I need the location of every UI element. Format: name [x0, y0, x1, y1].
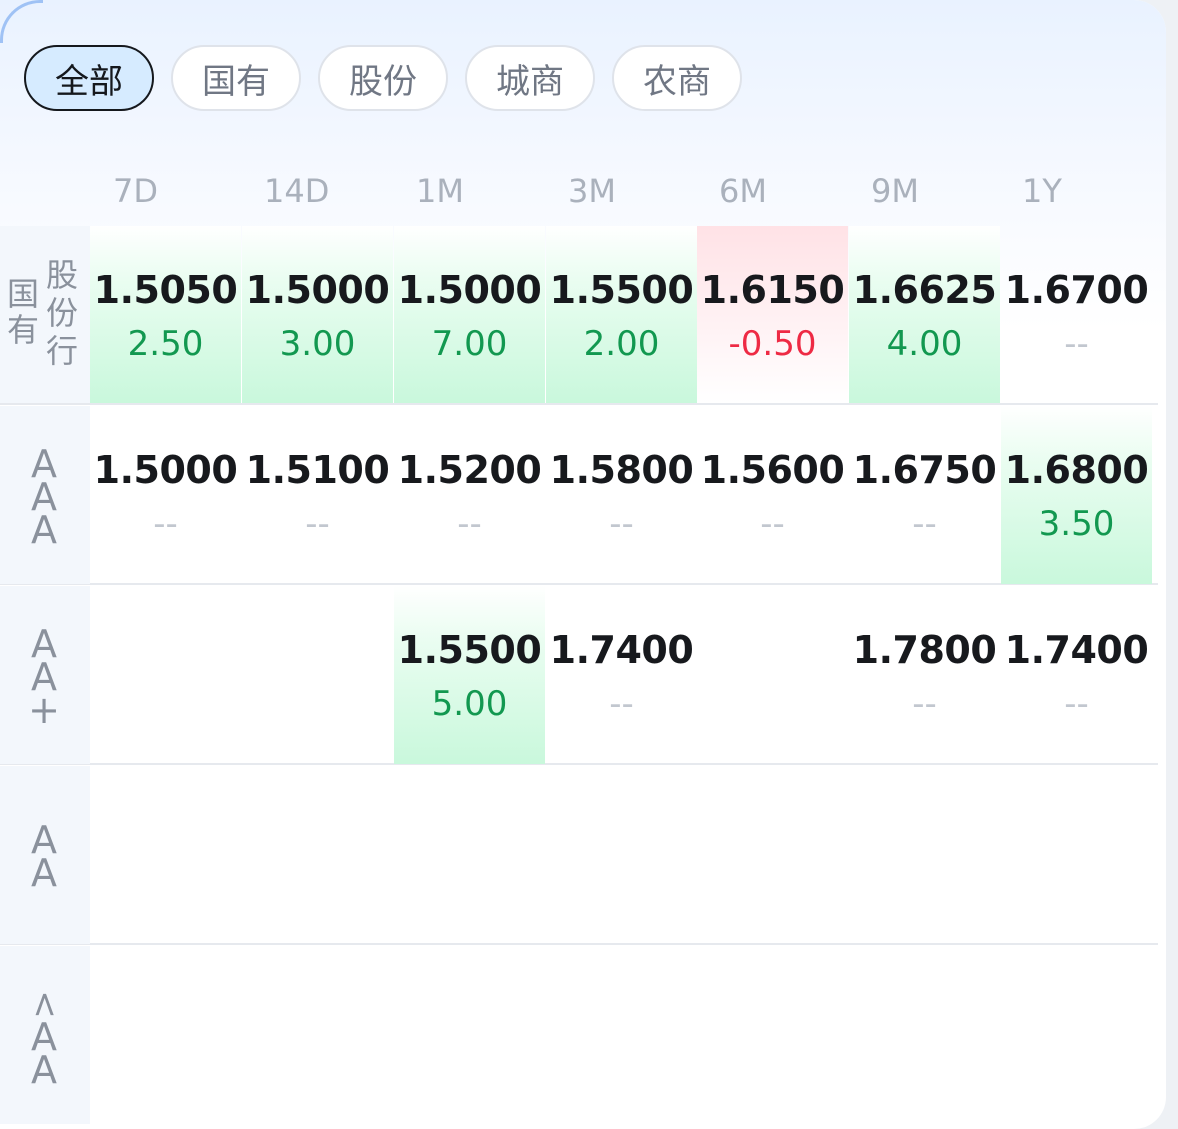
rate-change: --: [609, 504, 634, 544]
rate-change: --: [305, 504, 330, 544]
rate-value: 1.5100: [245, 448, 390, 492]
column-header-7d: 7D: [113, 172, 158, 210]
rate-cell-3m[interactable]: 1.7400 --: [546, 586, 697, 764]
rate-cell-9m[interactable]: 1.6625 4.00: [849, 226, 1000, 403]
rate-value: 1.5800: [549, 448, 694, 492]
rate-cell-3m[interactable]: 1.5500 2.00: [546, 226, 697, 403]
rate-cell-3m[interactable]: 1.5800 --: [546, 406, 697, 584]
rate-change: --: [760, 504, 785, 544]
rate-value: 1.5200: [397, 448, 542, 492]
tab-all[interactable]: 全部: [24, 45, 154, 111]
rating-letter: +: [28, 687, 60, 732]
column-header-14d: 14D: [264, 172, 330, 210]
rate-value: 1.5000: [245, 268, 390, 312]
rate-cell-1y[interactable]: 1.7400 --: [1001, 586, 1152, 764]
rate-cell-14d[interactable]: 1.5100 --: [242, 406, 393, 584]
row-label-joint-stock-bank: 股份行: [45, 256, 78, 370]
rate-value: 1.6150: [700, 268, 845, 312]
rate-cell-7d[interactable]: 1.5000 --: [90, 406, 241, 584]
rate-cell-1m[interactable]: 1.5200 --: [394, 406, 545, 584]
rate-cell-14d[interactable]: 1.5000 3.00: [242, 226, 393, 403]
row-label-aa: AA: [0, 766, 90, 944]
rate-change: --: [912, 504, 937, 544]
rate-cell-1m[interactable]: 1.5000 7.00: [394, 226, 545, 403]
rating-letter: <: [24, 989, 65, 1019]
rate-change: --: [609, 684, 634, 724]
rate-value: 1.6700: [1004, 268, 1149, 312]
column-header-6m: 6M: [719, 172, 767, 210]
rating-letter: A: [31, 507, 57, 552]
rate-change: 2.00: [583, 324, 660, 364]
tab-city-commercial[interactable]: 城商: [465, 45, 595, 111]
rate-cell-1y[interactable]: 1.6800 3.50: [1001, 406, 1152, 584]
column-header-1m: 1M: [416, 172, 464, 210]
rate-change: 4.00: [886, 324, 963, 364]
rate-change: -0.50: [728, 324, 817, 364]
rate-value: 1.5600: [700, 448, 845, 492]
rate-value: 1.7400: [1004, 628, 1149, 672]
row-label-below-aa: < A A: [0, 946, 90, 1124]
rate-cell-1y[interactable]: 1.6700 --: [1001, 226, 1152, 403]
rating-letter: A: [31, 1047, 57, 1092]
rate-change: --: [153, 504, 178, 544]
rate-cell-9m[interactable]: 1.6750 --: [849, 406, 1000, 584]
rate-change: 7.00: [431, 324, 508, 364]
tab-joint-stock[interactable]: 股份: [318, 45, 448, 111]
rate-change: 5.00: [431, 684, 508, 724]
row-divider: [0, 943, 1158, 945]
rate-change: --: [1064, 684, 1089, 724]
rate-cell-7d[interactable]: 1.5050 2.50: [90, 226, 241, 403]
column-header-3m: 3M: [568, 172, 616, 210]
rate-value: 1.5050: [93, 268, 238, 312]
rate-value: 1.5000: [93, 448, 238, 492]
tab-rural-commercial[interactable]: 农商: [612, 45, 742, 111]
rate-change: --: [912, 684, 937, 724]
rate-value: 1.5500: [549, 268, 694, 312]
rate-change: --: [1064, 324, 1089, 364]
rate-value: 1.6750: [852, 448, 997, 492]
rate-cell-9m[interactable]: 1.7800 --: [849, 586, 1000, 764]
row-label-aaa: AAA: [0, 406, 90, 584]
row-label-state-joint-stock: 国有股份行: [0, 226, 90, 404]
rate-value: 1.6800: [1004, 448, 1149, 492]
rate-change: 3.50: [1038, 504, 1115, 544]
rate-value: 1.5500: [397, 628, 542, 672]
rate-cell-6m[interactable]: 1.6150 -0.50: [697, 226, 848, 403]
tab-state-owned[interactable]: 国有: [171, 45, 301, 111]
rate-change: 3.00: [279, 324, 356, 364]
rating-letter: A: [31, 851, 57, 895]
row-label-state: 国有: [6, 275, 39, 349]
row-label-aa-plus: A A +: [0, 586, 90, 764]
column-header-1y: 1Y: [1022, 172, 1062, 210]
rate-value: 1.6625: [852, 268, 997, 312]
rate-change: 2.50: [127, 324, 204, 364]
rate-value: 1.7400: [549, 628, 694, 672]
rate-table-card: 全部 国有 股份 城商 农商 7D 14D 1M 3M 6M 9M 1Y 国有股…: [0, 0, 1166, 1129]
rate-change: --: [457, 504, 482, 544]
rate-value: 1.7800: [852, 628, 997, 672]
rate-cell-6m[interactable]: 1.5600 --: [697, 406, 848, 584]
rate-cell-1m[interactable]: 1.5500 5.00: [394, 586, 545, 764]
column-header-9m: 9M: [871, 172, 919, 210]
rate-value: 1.5000: [397, 268, 542, 312]
row-divider: [0, 403, 1158, 405]
